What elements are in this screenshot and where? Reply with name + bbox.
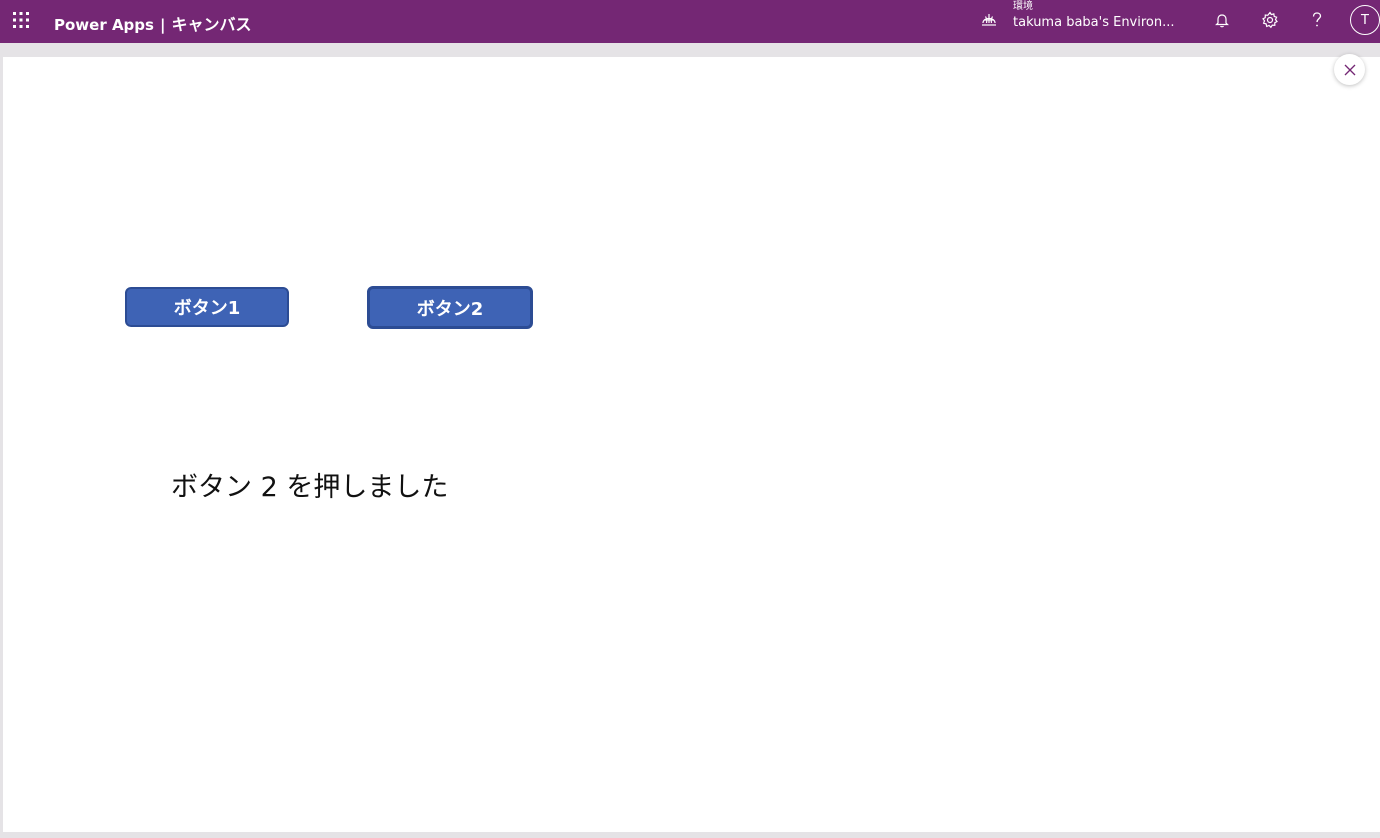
app-name[interactable]: Power Apps [54,16,154,34]
settings-button[interactable] [1259,9,1281,31]
title-separator: | [159,16,166,34]
environment-label: 環境 [1013,1,1033,12]
close-icon [1344,64,1355,75]
notifications-button[interactable] [1211,9,1233,31]
top-bar: Power Apps | キャンバス 環境 takuma baba's Enviro… [0,0,1380,43]
avatar[interactable]: T [1350,5,1380,35]
app-canvas [3,57,1380,832]
button-1[interactable]: ボタン1 [125,287,289,327]
help-icon [1312,12,1322,27]
button-2[interactable]: ボタン2 [367,286,533,329]
waffle-icon[interactable] [12,11,30,29]
help-button[interactable] [1306,9,1328,31]
result-label: ボタン 2 を押しました [171,472,449,503]
close-preview-button[interactable] [1334,54,1365,85]
gear-icon [1262,11,1278,29]
app-mode: キャンバス [171,15,252,34]
bell-icon [1215,14,1229,28]
app-title: Power Apps | キャンバス [54,11,251,35]
globe-icon[interactable] [980,10,998,28]
environment-name: takuma baba's Environ... [1013,15,1175,30]
